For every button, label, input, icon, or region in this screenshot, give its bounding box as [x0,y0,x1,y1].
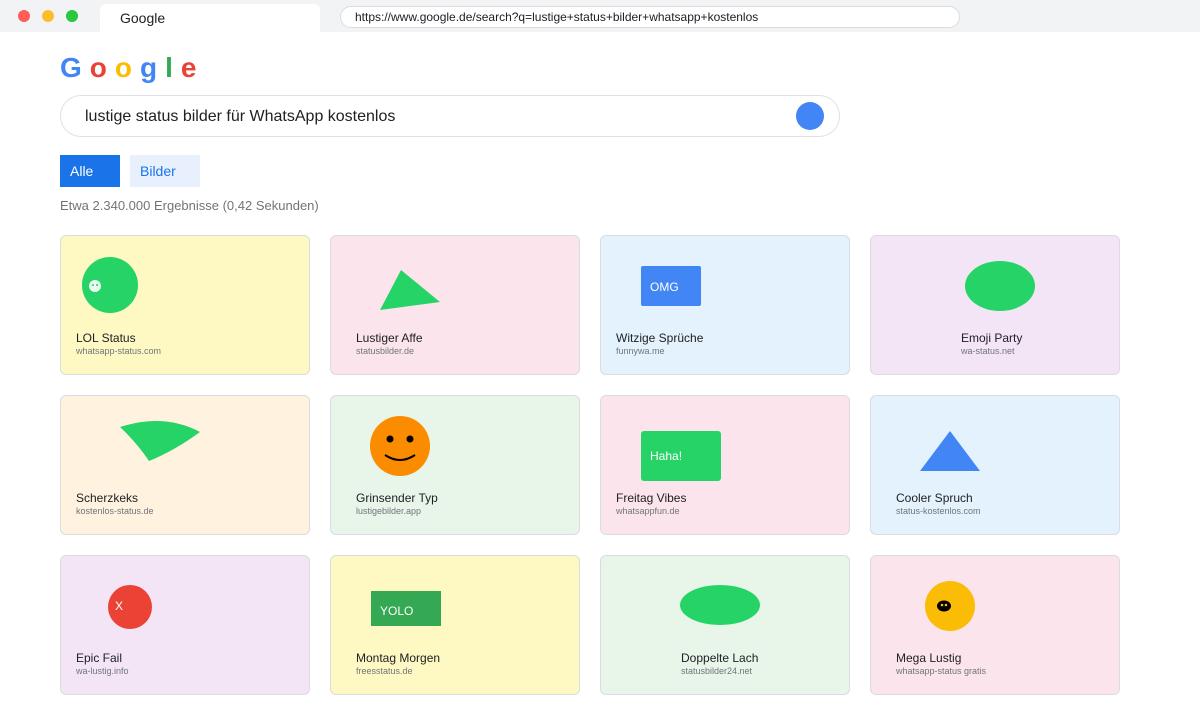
image-result-card[interactable]: LOL Status whatsapp-status.com [60,235,310,375]
card-source: whatsappfun.de [616,506,680,516]
card-source: status-kostenlos.com [896,506,981,516]
image-result-card[interactable]: Grinsender Typ lustigebilder.app [330,395,580,535]
tab-all[interactable]: Alle [60,155,120,187]
results-count: Etwa 2.340.000 Ergebnisse (0,42 Sekunden… [60,198,319,213]
card-source: wa-lustig.info [76,666,129,676]
image-result-card[interactable]: YOLO Montag Morgen freesstatus.de [330,555,580,695]
card-title[interactable]: Freitag Vibes [616,491,686,505]
card-source: statusbilder24.net [681,666,753,676]
search-box[interactable]: lustige status bilder für WhatsApp koste… [60,95,840,137]
green-triangle-sticker [379,269,441,316]
minimize-window-button[interactable] [42,10,54,22]
browser-tab[interactable]: Google [100,4,320,32]
tab-images[interactable]: Bilder [130,155,200,187]
card-source: freesstatus.de [356,666,413,676]
card-source: statusbilder.de [356,346,415,356]
search-input[interactable]: lustige status bilder für WhatsApp koste… [85,108,395,126]
address-bar[interactable]: https://www.google.de/search?q=lustige+s… [340,6,960,28]
sticker-label: OMG [650,280,679,294]
card-title[interactable]: Lustiger Affe [356,331,423,345]
card-title[interactable]: Grinsender Typ [356,491,438,505]
image-result-card[interactable]: Mega Lustig whatsapp-status gratis [870,555,1120,695]
card-title[interactable]: LOL Status [76,331,136,345]
image-result-card[interactable]: Emoji Party wa-status.net [870,235,1120,375]
card-source: lustigebilder.app [356,506,422,516]
green-circle-sticker [81,256,139,319]
card-source: whatsapp-status gratis [896,666,987,676]
yolo-sticker: YOLO [370,590,442,632]
google-logo[interactable]: Google [60,52,204,84]
image-result-card[interactable]: X Epic Fail wa-lustig.info [60,555,310,695]
logo-letter: g [140,52,166,83]
sticker-label: YOLO [380,604,414,618]
browser-titlebar: Google https://www.google.de/search?q=lu… [0,0,1200,32]
image-result-card[interactable]: Cooler Spruch status-kostenlos.com [870,395,1120,535]
sticker-label: X [115,599,124,613]
haha-sticker: Haha! [640,430,722,487]
maximize-window-button[interactable] [66,10,78,22]
card-source: funnywa.me [616,346,665,356]
red-x-sticker: X [107,584,153,635]
image-result-card[interactable]: Haha! Freitag Vibes whatsappfun.de [600,395,850,535]
logo-letter: G [60,52,90,83]
logo-letter: l [165,52,181,83]
omg-sticker: OMG [640,265,702,312]
card-title[interactable]: Epic Fail [76,651,122,665]
image-result-card[interactable]: Scherzkeks kostenlos-status.de [60,395,310,535]
image-result-card[interactable]: OMG Witzige Sprüche funnywa.me [600,235,850,375]
image-result-card[interactable]: Doppelte Lach statusbilder24.net [600,555,850,695]
yellow-face-sticker [924,580,976,637]
blue-triangle-sticker [919,430,981,477]
card-source: kostenlos-status.de [76,506,154,516]
card-title[interactable]: Montag Morgen [356,651,440,665]
card-source: wa-status.net [961,346,1015,356]
card-title[interactable]: Scherzkeks [76,491,138,505]
logo-letter: o [114,52,140,83]
logo-letter: e [180,52,205,83]
close-window-button[interactable] [18,10,30,22]
green-ellipse-sticker [679,584,761,631]
green-ellipse-sticker [964,260,1036,317]
card-title[interactable]: Mega Lustig [896,651,961,665]
card-title[interactable]: Witzige Sprüche [616,331,703,345]
image-result-card[interactable]: Lustiger Affe statusbilder.de [330,235,580,375]
green-leaf-sticker [119,419,201,468]
search-icon[interactable] [796,102,824,130]
logo-letter: o [89,52,115,83]
card-title[interactable]: Emoji Party [961,331,1022,345]
sticker-label: Haha! [650,449,683,463]
card-title[interactable]: Cooler Spruch [896,491,973,505]
card-title[interactable]: Doppelte Lach [681,651,758,665]
card-source: whatsapp-status.com [76,346,162,356]
smiley-icon [369,415,431,482]
